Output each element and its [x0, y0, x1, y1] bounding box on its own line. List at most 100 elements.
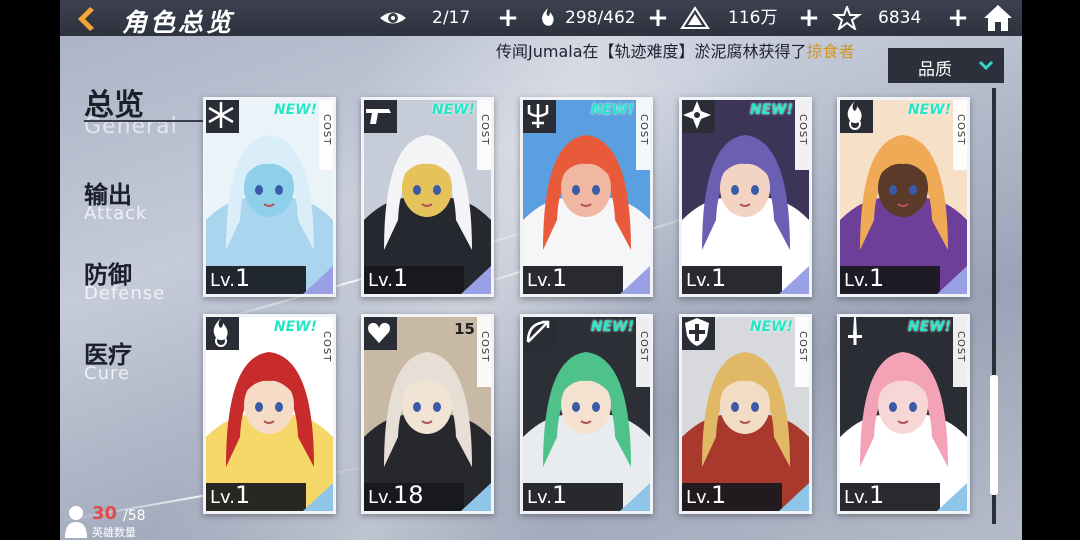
broadcast-text: 传闻Jumala在【轨迹难度】淤泥腐林获得了: [496, 42, 807, 61]
star-crystal-icon: [832, 6, 862, 30]
level-value: 1: [235, 264, 251, 292]
level-value: 1: [552, 264, 568, 292]
new-badge: NEW!: [273, 319, 317, 335]
new-badge: NEW!: [590, 102, 634, 118]
new-badge: NEW!: [907, 319, 951, 335]
broadcast-highlight: 掠食者: [806, 42, 855, 61]
rarity-accent: [937, 266, 967, 294]
right-letterbox: [1022, 0, 1080, 540]
trident-icon: [523, 100, 556, 133]
category-sublabel: Cure: [84, 363, 131, 384]
level-prefix: Lv.: [210, 487, 236, 508]
level-text: Lv.18: [368, 481, 424, 509]
category-tab-attack[interactable]: 输出 Attack: [60, 175, 190, 227]
level-text: Lv.1: [844, 481, 884, 509]
character-overview-screen: 角色总览 2/17 + 298/462 + 116万 + 6834 + 传闻Ju…: [0, 0, 1080, 540]
hero-count: 30 /58 英雄数量: [60, 500, 170, 540]
resource-value: 116万: [728, 8, 778, 28]
level-value: 1: [235, 481, 251, 509]
level-band: Lv.1: [523, 481, 650, 511]
rarity-accent: [779, 483, 809, 511]
character-card[interactable]: COST NEW! Lv.1: [203, 97, 336, 297]
level-value: 18: [393, 481, 424, 509]
level-band: Lv.1: [206, 481, 333, 511]
level-band: Lv.1: [206, 264, 333, 294]
level-value: 1: [393, 264, 409, 292]
level-band: Lv.1: [682, 264, 809, 294]
level-text: Lv.1: [686, 264, 726, 292]
level-prefix: Lv.: [844, 270, 870, 291]
rarity-accent: [937, 483, 967, 511]
cost-label: COST: [955, 114, 966, 146]
character-card[interactable]: COST NEW! Lv.1: [679, 97, 812, 297]
pistol-icon: [364, 100, 397, 133]
level-text: Lv.1: [844, 264, 884, 292]
character-card[interactable]: COST 15 Lv.18: [361, 314, 494, 514]
quality-filter-dropdown[interactable]: 品质: [888, 48, 1004, 83]
left-letterbox: [0, 0, 60, 540]
back-button[interactable]: [70, 4, 100, 34]
cross-shield-icon: [682, 317, 715, 350]
cost-value: 15: [454, 320, 475, 338]
character-card[interactable]: COST NEW! Lv.1: [520, 314, 653, 514]
fire-magic-icon: [840, 100, 873, 133]
resource-crystal: 6834: [832, 6, 942, 30]
hero-count-current: 30: [92, 503, 118, 524]
level-prefix: Lv.: [527, 487, 553, 508]
category-tab-general[interactable]: 总览 General: [60, 80, 234, 140]
level-prefix: Lv.: [527, 270, 553, 291]
character-card[interactable]: COST NEW! Lv.1: [837, 97, 970, 297]
cost-label: COST: [638, 331, 649, 363]
add-resource-button[interactable]: +: [497, 5, 519, 31]
level-text: Lv.1: [686, 481, 726, 509]
snowflake-icon: [206, 100, 239, 133]
level-prefix: Lv.: [368, 270, 394, 291]
resource-gold: 116万: [680, 6, 790, 30]
category-tab-cure[interactable]: 医疗 Cure: [60, 335, 190, 387]
hero-silhouette-icon: [65, 506, 87, 538]
level-text: Lv.1: [210, 264, 250, 292]
category-tab-defense[interactable]: 防御 Defense: [60, 255, 190, 307]
level-prefix: Lv.: [686, 270, 712, 291]
heart-wings-icon: [364, 317, 397, 350]
scrollbar-thumb[interactable]: [990, 375, 998, 495]
character-card[interactable]: COST NEW! Lv.1: [679, 314, 812, 514]
home-icon[interactable]: [982, 3, 1014, 33]
level-band: Lv.1: [523, 264, 650, 294]
cost-label: COST: [321, 331, 332, 363]
new-badge: NEW!: [907, 102, 951, 118]
page-title: 角色总览: [122, 8, 235, 37]
level-band: Lv.1: [682, 481, 809, 511]
character-card[interactable]: COST NEW! Lv.1: [203, 314, 336, 514]
add-resource-button[interactable]: +: [798, 5, 820, 31]
cost-label: COST: [797, 331, 808, 363]
new-badge: NEW!: [749, 319, 793, 335]
new-badge: NEW!: [273, 102, 317, 118]
quality-filter-label: 品质: [918, 60, 952, 80]
new-badge: NEW!: [590, 319, 634, 335]
flame-icon: [542, 8, 554, 26]
new-badge: NEW!: [431, 102, 475, 118]
character-card[interactable]: COST NEW! Lv.1: [837, 314, 970, 514]
character-card[interactable]: COST NEW! Lv.1: [520, 97, 653, 297]
add-resource-button[interactable]: +: [647, 5, 669, 31]
character-card[interactable]: COST NEW! Lv.1: [361, 97, 494, 297]
eye-icon: [380, 12, 406, 24]
add-resource-button[interactable]: +: [947, 5, 969, 31]
hero-count-max: /58: [123, 508, 146, 524]
new-badge: NEW!: [749, 102, 793, 118]
shuriken-icon: [682, 100, 715, 133]
cost-label: COST: [638, 114, 649, 146]
level-band: Lv.1: [364, 264, 491, 294]
category-sublabel: General: [84, 114, 178, 139]
category-sublabel: Defense: [84, 283, 166, 304]
rarity-accent: [620, 266, 650, 294]
resource-stamina: 2/17: [378, 6, 488, 30]
level-text: Lv.1: [210, 481, 250, 509]
level-prefix: Lv.: [368, 487, 394, 508]
level-band: Lv.1: [840, 481, 967, 511]
level-value: 1: [869, 481, 885, 509]
level-value: 1: [552, 481, 568, 509]
cost-label: COST: [797, 114, 808, 146]
hero-count-label: 英雄数量: [92, 526, 136, 539]
